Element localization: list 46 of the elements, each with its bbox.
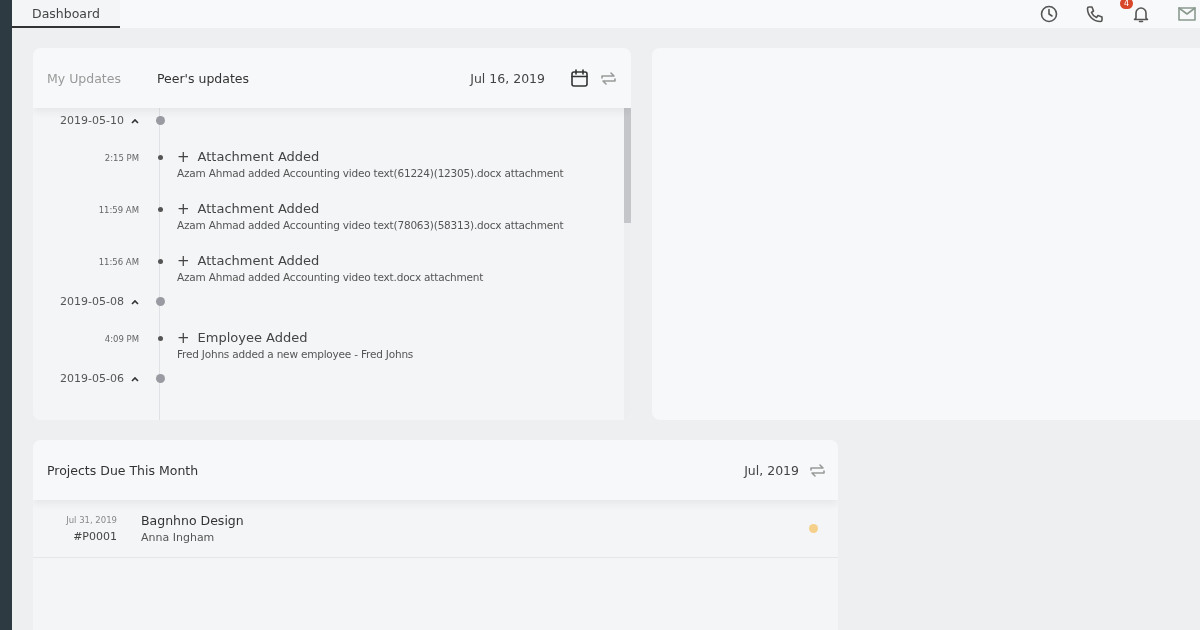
event-title: Attachment Added xyxy=(197,253,320,268)
plus-icon: + xyxy=(177,253,190,268)
timeline-dot xyxy=(155,297,165,306)
project-name[interactable]: Bagnhno Design xyxy=(141,513,785,528)
plus-icon: + xyxy=(177,149,190,164)
event-time: 4:09 PM xyxy=(104,334,140,346)
event-description: Azam Ahmad added Accounting video text(78063)(58313).docx attachment xyxy=(177,219,565,231)
project-code: #P0001 xyxy=(73,529,117,543)
notification-badge: 4 xyxy=(1120,0,1134,9)
date-label: 2019-05-10 xyxy=(60,114,124,127)
event-description: Azam Ahmad added Accounting video text.docx attachment xyxy=(177,271,485,283)
event-title: Employee Added xyxy=(197,330,308,345)
timeline-dot xyxy=(155,374,165,383)
selected-date: Jul 16, 2019 xyxy=(470,70,545,86)
phone-icon[interactable] xyxy=(1086,5,1104,23)
date-label: 2019-05-06 xyxy=(60,372,124,385)
timeline-dot xyxy=(157,207,163,212)
plus-icon: + xyxy=(177,330,190,345)
event-description: Fred Johns added a new employee - Fred Johns xyxy=(177,348,415,360)
refresh-icon[interactable] xyxy=(809,462,826,478)
calendar-icon[interactable] xyxy=(571,69,588,87)
caret-up-icon[interactable] xyxy=(131,298,139,305)
month-label: Jul, 2019 xyxy=(744,462,799,478)
refresh-icon[interactable] xyxy=(600,70,617,86)
caret-up-icon[interactable] xyxy=(131,117,139,124)
bell-icon[interactable] xyxy=(1132,5,1150,23)
person-name: Anna Ingham xyxy=(141,531,216,544)
event-time: 11:56 AM xyxy=(98,257,140,269)
event-time: 11:59 AM xyxy=(98,205,140,217)
dashboard-tab[interactable]: Dashboard xyxy=(12,0,120,28)
mail-icon[interactable] xyxy=(1178,7,1196,21)
event-description: Azam Ahmad added Accounting video text(61224)(12305).docx attachment xyxy=(177,167,565,179)
updates-tab[interactable]: Peer's updates xyxy=(156,70,250,86)
date-label: 2019-05-08 xyxy=(60,295,124,308)
timeline-dot xyxy=(157,336,163,341)
due-date: Jul 31, 2019 xyxy=(66,514,117,525)
timeline-dot xyxy=(157,259,163,264)
plus-icon: + xyxy=(177,201,190,216)
event-time: 2:15 PM xyxy=(104,153,140,165)
timeline-dot xyxy=(157,155,163,160)
card-title: Projects Due This Month xyxy=(47,462,199,478)
clock-icon[interactable] xyxy=(1040,5,1058,23)
caret-up-icon[interactable] xyxy=(131,375,139,382)
event-title: Attachment Added xyxy=(197,149,320,164)
event-title: Attachment Added xyxy=(197,201,320,216)
timeline-dot xyxy=(155,116,165,125)
